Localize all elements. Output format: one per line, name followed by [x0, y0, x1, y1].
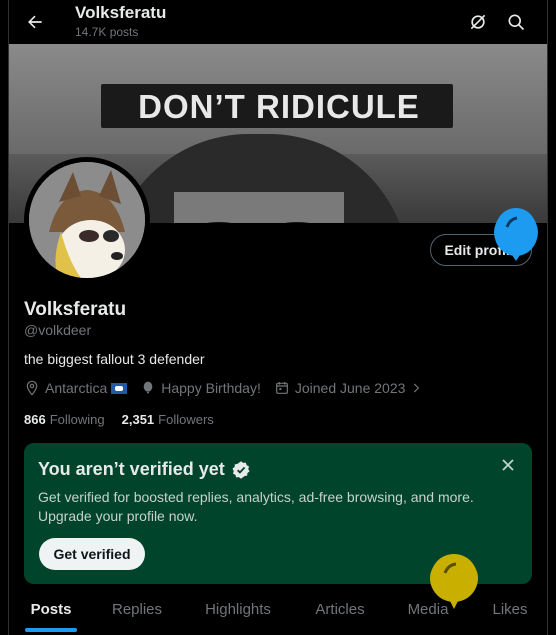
bio: the biggest fallout 3 defender — [24, 351, 205, 367]
handle: @volkdeer — [24, 322, 92, 338]
close-icon[interactable] — [500, 457, 516, 473]
tab-highlights[interactable]: Highlights — [181, 594, 295, 635]
location-text: Antarctica — [45, 380, 108, 396]
calendar-icon — [275, 382, 288, 394]
banner-face — [174, 192, 344, 223]
following-count: 866 — [24, 412, 46, 427]
verification-title: You aren’t verified yet — [38, 459, 251, 480]
balloon-icon — [494, 208, 538, 261]
birthday-text: Happy Birthday! — [161, 380, 261, 396]
follow-stats: 866 Following 2,351 Followers — [24, 412, 231, 427]
joined-date: Joined June 2023 — [274, 380, 429, 396]
avatar-illustration — [29, 162, 145, 278]
balloon-icon — [143, 381, 153, 394]
tab-likes[interactable]: Likes — [471, 594, 547, 635]
search-icon[interactable] — [504, 10, 528, 34]
followers-label: Followers — [158, 412, 214, 427]
following-link[interactable]: 866 Following — [24, 412, 105, 427]
profile-meta: Antarctica Happy Birthday! Joined June 2… — [24, 380, 441, 396]
tab-media[interactable]: Media — [385, 594, 471, 635]
header-posts-count: 14.7K posts — [75, 25, 139, 39]
location-pin-icon — [26, 380, 38, 396]
tab-articles[interactable]: Articles — [295, 594, 385, 635]
verification-description: Get verified for boosted replies, analyt… — [38, 489, 474, 524]
header-title: Volksferatu — [75, 3, 167, 22]
top-bar: Volksferatu 14.7K posts — [9, 0, 547, 44]
avatar[interactable] — [24, 157, 150, 283]
active-tab-indicator — [25, 628, 77, 632]
tab-posts[interactable]: Posts — [9, 594, 93, 635]
profile-page: Volksferatu 14.7K posts DON’T RIDICULE E… — [8, 0, 548, 635]
verified-badge-icon — [232, 460, 250, 479]
followers-count: 2,351 — [121, 412, 155, 427]
antarctica-flag-icon — [111, 382, 128, 394]
location: Antarctica — [24, 380, 128, 396]
tab-replies[interactable]: Replies — [93, 594, 181, 635]
followers-link[interactable]: 2,351 Followers — [122, 412, 214, 427]
chevron-right-icon[interactable] — [409, 381, 423, 395]
back-arrow-icon[interactable] — [21, 8, 49, 36]
get-verified-button[interactable]: Get verified — [39, 538, 145, 570]
grok-icon[interactable] — [466, 10, 490, 34]
display-name: Volksferatu — [24, 299, 127, 320]
joined-text: Joined June 2023 — [294, 380, 406, 396]
following-label: Following — [49, 412, 105, 427]
profile-tabs: Posts Replies Highlights Articles Media … — [9, 594, 547, 635]
birthday: Happy Birthday! — [140, 380, 261, 396]
banner-sign-text: DON’T RIDICULE — [138, 88, 420, 125]
